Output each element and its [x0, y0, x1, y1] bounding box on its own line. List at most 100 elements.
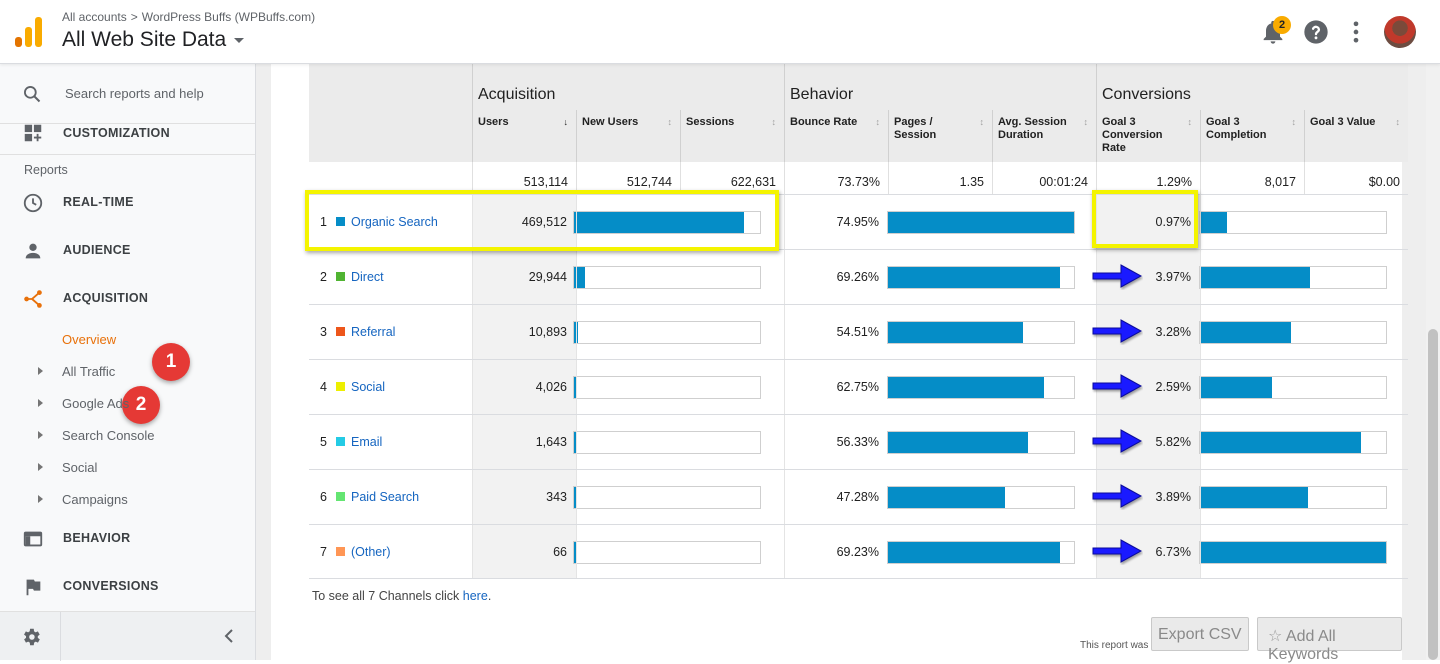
sidebar-item-conversions[interactable]: CONVERSIONS — [0, 565, 255, 609]
column-header-goal-completion[interactable]: Goal 3 Completion ↕ — [1200, 110, 1304, 162]
sidebar-subitem-all-traffic[interactable]: All Traffic — [0, 358, 255, 386]
analytics-logo-icon[interactable] — [15, 17, 43, 47]
column-label: Bounce Rate — [790, 116, 858, 128]
series-color-swatch — [336, 547, 345, 556]
column-header-goal-conv-rate[interactable]: Goal 3 Conversion Rate ↕ — [1096, 110, 1200, 162]
flag-icon — [26, 578, 41, 596]
sort-icon[interactable]: ↕ — [980, 116, 985, 129]
sidebar-subitem-search-console[interactable]: Search Console — [0, 422, 255, 450]
view-selector[interactable]: All Web Site Data — [62, 28, 245, 52]
conv-bar — [1199, 211, 1387, 234]
sidebar-item-behavior[interactable]: BEHAVIOR — [0, 517, 255, 561]
column-header-new-users[interactable]: New Users ↕ — [576, 110, 680, 162]
sidebar-item-label: CONVERSIONS — [63, 579, 159, 593]
bounce-bar-fill — [888, 542, 1060, 563]
row-index: 6 — [320, 490, 327, 504]
column-header-bounce-rate[interactable]: Bounce Rate ↕ — [784, 110, 888, 162]
search-reports[interactable]: Search reports and help — [0, 64, 255, 124]
sidebar-item-customization[interactable]: CUSTOMIZATION — [0, 118, 255, 154]
star-icon: ☆ — [1268, 628, 1283, 645]
main-content: Acquisition Behavior Conversions Users ↓ … — [256, 64, 1440, 663]
column-header-channel — [309, 110, 472, 162]
report-generated-note: This report was ge — [1080, 640, 1163, 651]
sort-icon[interactable]: ↕ — [1084, 116, 1089, 129]
table-row: 6 Paid Search 343 47.28% 3.89% — [309, 469, 1408, 524]
column-header-avg-duration[interactable]: Avg. Session Duration ↕ — [992, 110, 1096, 162]
sidebar-subitem-overview[interactable]: Overview — [0, 326, 255, 354]
users-cell: 29,944 — [472, 250, 576, 304]
series-color-swatch — [336, 382, 345, 391]
conv-bar — [1199, 486, 1387, 509]
series-color-swatch — [336, 327, 345, 336]
blue-arrow-icon — [1092, 374, 1143, 398]
customization-icon — [24, 124, 42, 142]
column-label: Goal 3 Value — [1310, 116, 1376, 128]
search-input[interactable]: Search reports and help — [65, 86, 204, 101]
channel-link[interactable]: Email — [351, 435, 382, 449]
avatar[interactable] — [1384, 16, 1416, 48]
highlight-box-organic-conv — [1092, 190, 1198, 248]
scrollbar-thumb[interactable] — [1428, 329, 1438, 660]
table-row: 2 Direct 29,944 69.26% 3.97% — [309, 249, 1408, 304]
channel-link[interactable]: Direct — [351, 270, 384, 284]
users-bar — [573, 431, 761, 454]
export-csv-button[interactable]: Export CSV — [1151, 617, 1249, 651]
sidebar-subitem-label: Google Ads — [62, 396, 130, 411]
breadcrumb-root[interactable]: All accounts — [62, 10, 127, 24]
caret-down-icon — [234, 37, 245, 43]
more-vert-icon[interactable] — [1342, 18, 1370, 46]
column-header-pages-session[interactable]: Pages / Session ↕ — [888, 110, 992, 162]
row-index: 5 — [320, 435, 327, 449]
sort-icon[interactable]: ↕ — [1188, 116, 1193, 129]
blue-arrow-icon — [1092, 319, 1143, 343]
column-header-users[interactable]: Users ↓ — [472, 110, 576, 162]
channel-link[interactable]: (Other) — [351, 545, 391, 559]
sort-icon[interactable]: ↕ — [1292, 116, 1297, 129]
reports-section-label: Reports — [24, 163, 68, 177]
sort-desc-icon[interactable]: ↓ — [564, 116, 569, 129]
table-row: 7 (Other) 66 69.23% 6.73% — [309, 524, 1408, 579]
chevron-right-icon: > — [130, 10, 138, 24]
gear-icon[interactable] — [20, 626, 42, 648]
channel-link[interactable]: Paid Search — [351, 490, 419, 504]
breadcrumb[interactable]: All accounts > WordPress Buffs (WPBuffs.co… — [62, 10, 315, 24]
view-title[interactable]: All Web Site Data — [62, 28, 226, 51]
sort-icon[interactable]: ↕ — [668, 116, 673, 129]
channel-link[interactable]: Referral — [351, 325, 395, 339]
see-all-link[interactable]: here — [463, 589, 488, 603]
bounce-bar — [887, 266, 1075, 289]
group-conversions: Conversions — [1096, 64, 1408, 110]
channel-link[interactable]: Social — [351, 380, 385, 394]
table-row: 3 Referral 10,893 54.51% 3.28% — [309, 304, 1408, 359]
report-panel: Acquisition Behavior Conversions Users ↓ … — [271, 64, 1408, 663]
sidebar-item-acquisition[interactable]: ACQUISITION — [0, 277, 255, 321]
sort-icon[interactable]: ↕ — [876, 116, 881, 129]
channel-cell: 4 Social — [309, 360, 472, 414]
row-index: 4 — [320, 380, 327, 394]
sidebar-item-audience[interactable]: AUDIENCE — [0, 229, 255, 273]
person-icon — [25, 243, 41, 259]
column-label: Pages / Session — [894, 116, 937, 141]
bounce-rate-cell: 54.51% — [836, 325, 879, 339]
sidebar-subitem-social[interactable]: Social — [0, 454, 255, 482]
row-index: 2 — [320, 270, 327, 284]
table-header-blank — [309, 64, 472, 110]
sidebar-subitem-google-ads[interactable]: Google Ads — [0, 390, 255, 418]
clock-icon — [23, 193, 43, 213]
sidebar-subitem-campaigns[interactable]: Campaigns — [0, 486, 255, 514]
breadcrumb-account[interactable]: WordPress Buffs (WPBuffs.com) — [142, 10, 315, 24]
sort-icon[interactable]: ↕ — [1396, 116, 1401, 129]
sidebar-subitem-label: All Traffic — [62, 364, 116, 379]
add-all-keywords-button[interactable]: ☆ Add All Keywords — [1257, 617, 1402, 663]
sidebar-item-realtime[interactable]: REAL-TIME — [0, 181, 255, 225]
channel-cell: 7 (Other) — [309, 525, 472, 579]
column-header-goal-value[interactable]: Goal 3 Value ↕ — [1304, 110, 1408, 162]
bounce-rate-cell: 69.23% — [836, 545, 879, 559]
series-color-swatch — [336, 492, 345, 501]
sort-icon[interactable]: ↕ — [772, 116, 777, 129]
column-header-sessions[interactable]: Sessions ↕ — [680, 110, 784, 162]
help-icon[interactable] — [1302, 18, 1330, 46]
conv-bar-fill — [1200, 322, 1291, 343]
chevron-left-icon[interactable] — [222, 628, 236, 644]
channel-cell: 6 Paid Search — [309, 470, 472, 524]
